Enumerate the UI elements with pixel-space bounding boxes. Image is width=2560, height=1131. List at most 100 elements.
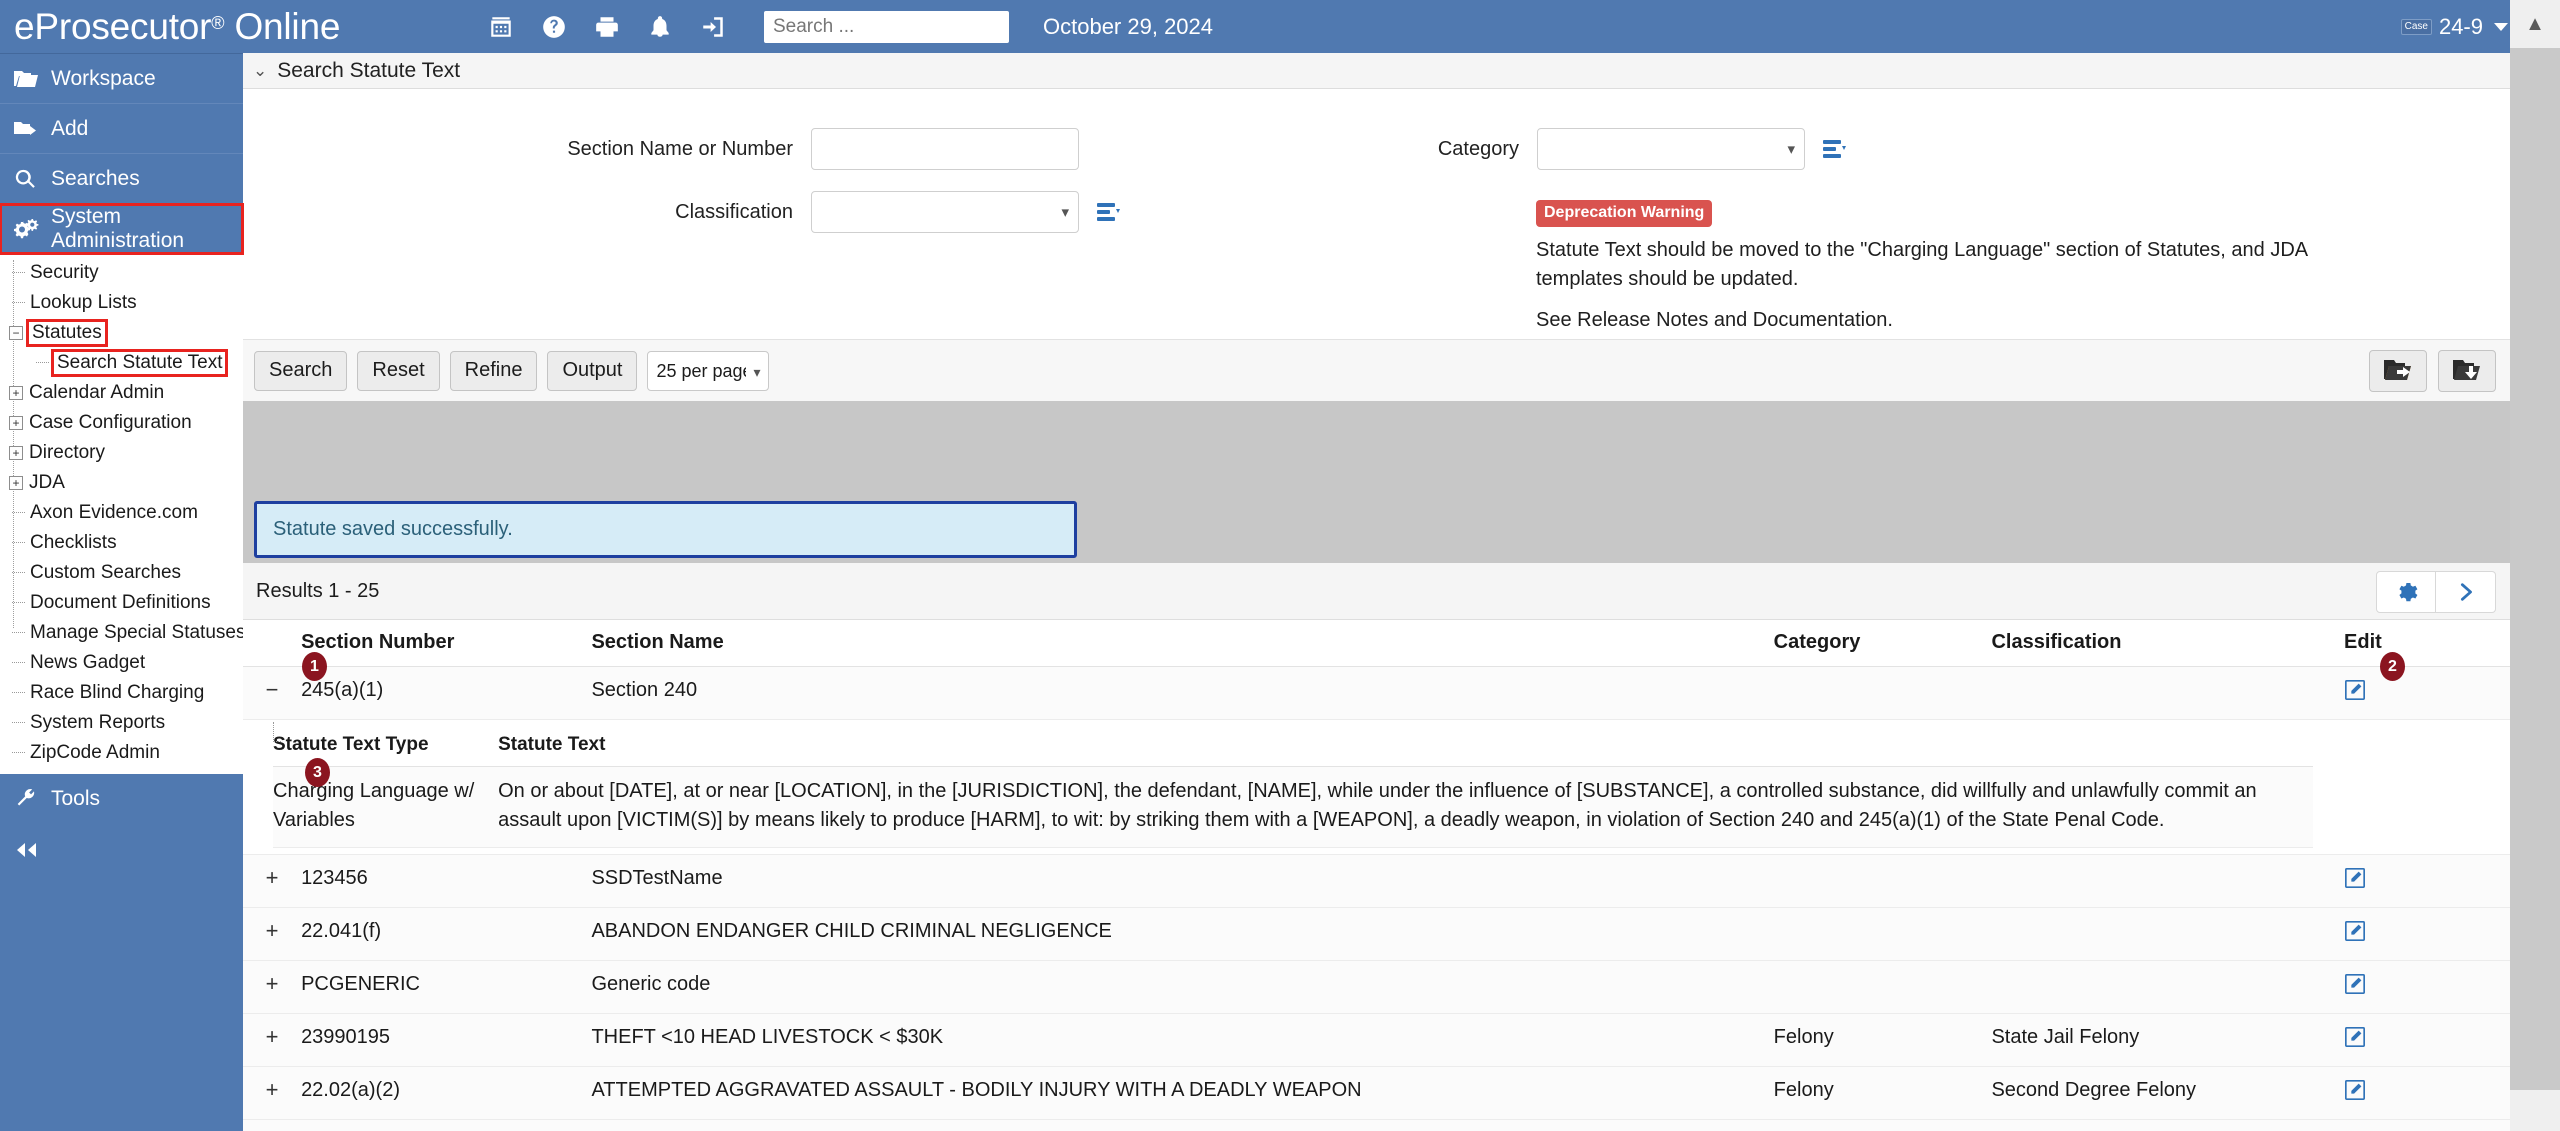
- callout-badge-1: 1: [302, 652, 327, 681]
- table-row-detail: Statute Text Type Statute Text Charging …: [243, 719, 2510, 855]
- column-header-statute-text-type: Statute Text Type: [273, 726, 499, 767]
- section-name-input[interactable]: [811, 128, 1079, 170]
- table-row[interactable]: + 22.041(f) ABANDON ENDANGER CHILD CRIMI…: [243, 907, 2510, 961]
- sidebar-subitem-label: Document Definitions: [30, 592, 211, 613]
- sidebar-subitem-search-statute-text[interactable]: Search Statute Text: [0, 348, 243, 378]
- classification-list-picker-icon[interactable]: [1097, 201, 1123, 223]
- sidebar-item-tools[interactable]: Tools: [0, 774, 243, 824]
- expand-plus-icon[interactable]: +: [9, 446, 23, 460]
- callout-badge-3: 3: [305, 758, 330, 787]
- chevron-right-icon[interactable]: [2436, 571, 2496, 613]
- global-search-input[interactable]: [764, 10, 1009, 43]
- sidebar-subitem-case-configuration[interactable]: + Case Configuration: [0, 408, 243, 438]
- sidebar-subitem-jda[interactable]: + JDA: [0, 468, 243, 498]
- field-row-category: Category ▾: [1374, 128, 1849, 170]
- column-header-section-name: Section Name: [591, 620, 1774, 667]
- row-expand-toggle[interactable]: +: [266, 1024, 279, 1049]
- sidebar-label: Workspace: [51, 66, 156, 90]
- refine-button[interactable]: Refine: [449, 350, 538, 391]
- page-scrollbar-thumb[interactable]: [2510, 0, 2560, 1090]
- sidebar-subitem-axon-evidence[interactable]: Axon Evidence.com: [0, 498, 243, 528]
- sidebar-subitem-lookup-lists[interactable]: Lookup Lists: [0, 288, 243, 318]
- sidebar-subitem-manage-special-statuses[interactable]: Manage Special Statuses: [0, 618, 246, 648]
- edit-pencil-icon[interactable]: [2344, 679, 2366, 701]
- expand-plus-icon[interactable]: +: [9, 416, 23, 430]
- print-icon[interactable]: [594, 14, 620, 40]
- sidebar-subitem-security[interactable]: Security: [0, 258, 243, 288]
- sidebar-subitem-checklists[interactable]: Checklists: [0, 528, 243, 558]
- sidebar-collapse-button[interactable]: [0, 824, 243, 880]
- sidebar-item-system-administration[interactable]: System Administration: [0, 203, 244, 255]
- sidebar-subitem-directory[interactable]: + Directory: [0, 438, 243, 468]
- table-row[interactable]: + 22.16(g) UNLAWFUL DISCLOSURE OR PROMOT…: [243, 1119, 2510, 1131]
- save-search-icon[interactable]: [2438, 349, 2496, 392]
- chevron-down-icon[interactable]: ⌄: [253, 62, 267, 79]
- expand-plus-icon[interactable]: +: [9, 386, 23, 400]
- sidebar-subitem-document-definitions[interactable]: Document Definitions: [0, 588, 243, 618]
- tree-dash-icon: [6, 718, 28, 728]
- sidebar-subitem-news-gadget[interactable]: News Gadget: [0, 648, 243, 678]
- row-expand-toggle[interactable]: +: [266, 918, 279, 943]
- sidebar-item-workspace[interactable]: Workspace: [0, 54, 243, 104]
- sidebar-item-searches[interactable]: Searches: [0, 154, 243, 204]
- category-list-picker-icon[interactable]: [1823, 138, 1849, 160]
- reset-button[interactable]: Reset: [357, 350, 440, 391]
- sidebar-subitem-label: System Reports: [30, 712, 166, 733]
- row-expand-toggle[interactable]: +: [266, 971, 279, 996]
- login-icon[interactable]: [700, 14, 726, 40]
- main-content: ⌄ Search Statute Text Section Name or Nu…: [243, 53, 2560, 1131]
- open-saved-search-icon[interactable]: [2369, 349, 2427, 392]
- edit-pencil-icon[interactable]: [2344, 973, 2366, 995]
- calendar-icon[interactable]: [488, 14, 514, 40]
- row-collapse-toggle[interactable]: −: [266, 677, 279, 702]
- notification-bell-icon[interactable]: [647, 14, 673, 40]
- header-icon-group: [488, 14, 726, 40]
- case-selector[interactable]: Case 24-9: [2400, 14, 2508, 40]
- sidebar-label: System Administration: [51, 204, 185, 252]
- sidebar-subitem-race-blind-charging[interactable]: Race Blind Charging: [0, 678, 243, 708]
- sidebar-label: Searches: [51, 166, 140, 190]
- scroll-up-icon[interactable]: ▲: [2510, 0, 2560, 48]
- table-row[interactable]: + PCGENERIC Generic code: [243, 960, 2510, 1014]
- sidebar-subitem-label: Security: [30, 262, 99, 283]
- sidebar-subitem-label: Manage Special Statuses: [30, 622, 246, 643]
- tree-dash-icon: [6, 598, 28, 608]
- wrench-icon: [14, 788, 40, 810]
- saved-search-actions: [2369, 349, 2496, 392]
- sidebar-subitem-zipcode-admin[interactable]: ZipCode Admin: [0, 738, 243, 768]
- tree-dash-icon: [6, 268, 28, 278]
- cell-section-number: PCGENERIC: [301, 960, 592, 1014]
- page-scrollbar[interactable]: ▲: [2510, 0, 2560, 1131]
- sidebar-label: Add: [51, 116, 89, 140]
- gear-icon[interactable]: [2376, 571, 2436, 613]
- sidebar-subitem-calendar-admin[interactable]: + Calendar Admin: [0, 378, 243, 408]
- table-row[interactable]: + 123456 SSDTestName: [243, 854, 2510, 908]
- sidebar-subitem-custom-searches[interactable]: Custom Searches: [0, 558, 243, 588]
- sidebar-subitem-label: Statutes: [26, 319, 108, 347]
- help-icon[interactable]: [541, 14, 567, 40]
- sidebar-item-add[interactable]: Add: [0, 104, 243, 154]
- edit-pencil-icon[interactable]: [2344, 1079, 2366, 1101]
- table-row[interactable]: + 22.02(a)(2) ATTEMPTED AGGRAVATED ASSAU…: [243, 1066, 2510, 1120]
- table-row[interactable]: − 245(a)(1) Section 240: [243, 666, 2510, 720]
- category-select[interactable]: [1537, 128, 1805, 170]
- row-expand-toggle[interactable]: +: [266, 865, 279, 890]
- output-button[interactable]: Output: [547, 350, 638, 391]
- edit-pencil-icon[interactable]: [2344, 1026, 2366, 1048]
- sidebar-subitem-statutes[interactable]: − Statutes: [0, 318, 243, 348]
- section-name-label: Section Name or Number: [567, 137, 793, 160]
- results-table: Section Number Section Name Category Cla…: [243, 620, 2510, 1131]
- results-count-label: Results 1 - 25: [256, 579, 380, 602]
- expand-plus-icon[interactable]: +: [9, 476, 23, 490]
- per-page-select[interactable]: 25 per page: [647, 350, 770, 391]
- edit-pencil-icon[interactable]: [2344, 920, 2366, 942]
- collapse-minus-icon[interactable]: −: [9, 326, 23, 340]
- table-row[interactable]: + 23990195 THEFT <10 HEAD LIVESTOCK < $3…: [243, 1013, 2510, 1067]
- panel-header[interactable]: ⌄ Search Statute Text: [243, 53, 2510, 89]
- edit-pencil-icon[interactable]: [2344, 867, 2366, 889]
- row-expand-toggle[interactable]: +: [266, 1077, 279, 1102]
- tree-dash-icon: [6, 688, 28, 698]
- search-button[interactable]: Search: [254, 350, 348, 391]
- sidebar-subitem-system-reports[interactable]: System Reports: [0, 708, 243, 738]
- classification-select[interactable]: [811, 191, 1079, 233]
